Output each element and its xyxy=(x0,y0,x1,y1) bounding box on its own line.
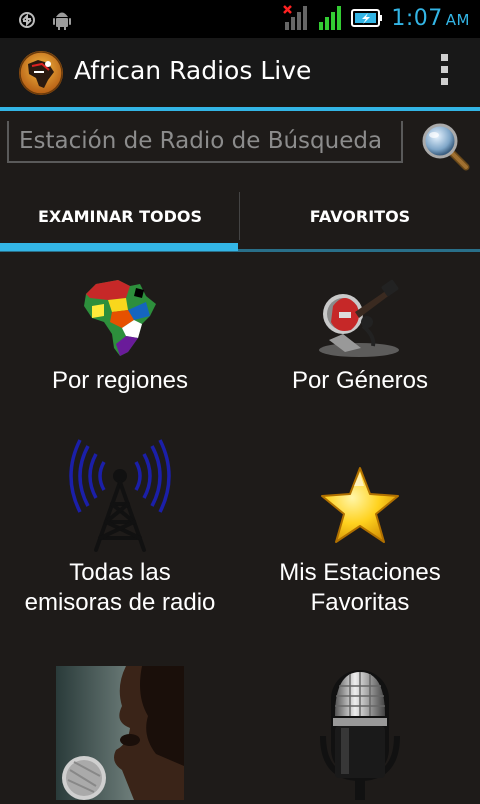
signal-no-data-icon xyxy=(283,5,308,30)
grid-item-label: Por Géneros xyxy=(291,367,429,394)
radio-tower-icon xyxy=(69,439,171,552)
app-logo-icon[interactable] xyxy=(18,50,64,96)
category-grid: Por regiones Por Géneros Todas las emiso… xyxy=(0,252,480,800)
clock-ampm: AM xyxy=(445,10,470,29)
battery-charging-icon xyxy=(351,9,383,27)
search-icon[interactable] xyxy=(420,121,470,171)
grid-item-microphone[interactable] xyxy=(240,666,480,804)
search-row xyxy=(0,111,480,183)
clock-time: 1:07 xyxy=(391,5,443,31)
tab-bar: EXAMINAR TODOS FAVORITOS xyxy=(0,188,480,252)
grid-item-label: Por regiones xyxy=(51,367,189,394)
africa-map-icon xyxy=(84,280,156,356)
grid-item-singer[interactable] xyxy=(0,666,240,804)
grid-item-label-line1: Todas las xyxy=(69,559,171,586)
status-bar: 1:07 AM xyxy=(0,0,480,38)
signal-icon xyxy=(319,6,342,30)
sync-icon xyxy=(19,12,35,28)
android-icon xyxy=(53,12,71,30)
grid-item-por-regiones[interactable]: Por regiones xyxy=(0,276,240,396)
app-title: African Radios Live xyxy=(74,56,312,85)
grid-item-todas-las-emisoras[interactable]: Todas las emisoras de radio xyxy=(0,438,240,618)
tab-selected-indicator xyxy=(0,243,238,251)
search-input[interactable] xyxy=(7,121,403,163)
grid-item-label-line1: Mis Estaciones xyxy=(279,559,441,586)
clock: 1:07 AM xyxy=(391,6,470,31)
singer-photo xyxy=(56,666,184,800)
overflow-menu-icon[interactable] xyxy=(438,54,450,90)
grid-item-label-line2: Favoritas xyxy=(310,589,410,616)
tab-favoritos[interactable]: FAVORITOS xyxy=(240,188,480,252)
star-icon xyxy=(321,467,399,543)
action-bar: African Radios Live xyxy=(0,38,480,111)
grid-item-por-generos[interactable]: Por Géneros xyxy=(240,276,480,396)
grid-item-mis-estaciones-favoritas[interactable]: Mis Estaciones Favoritas xyxy=(240,438,480,618)
microphone-icon xyxy=(320,670,400,800)
guitar-icon xyxy=(319,279,399,357)
grid-item-label-line2: emisoras de radio xyxy=(24,589,216,616)
